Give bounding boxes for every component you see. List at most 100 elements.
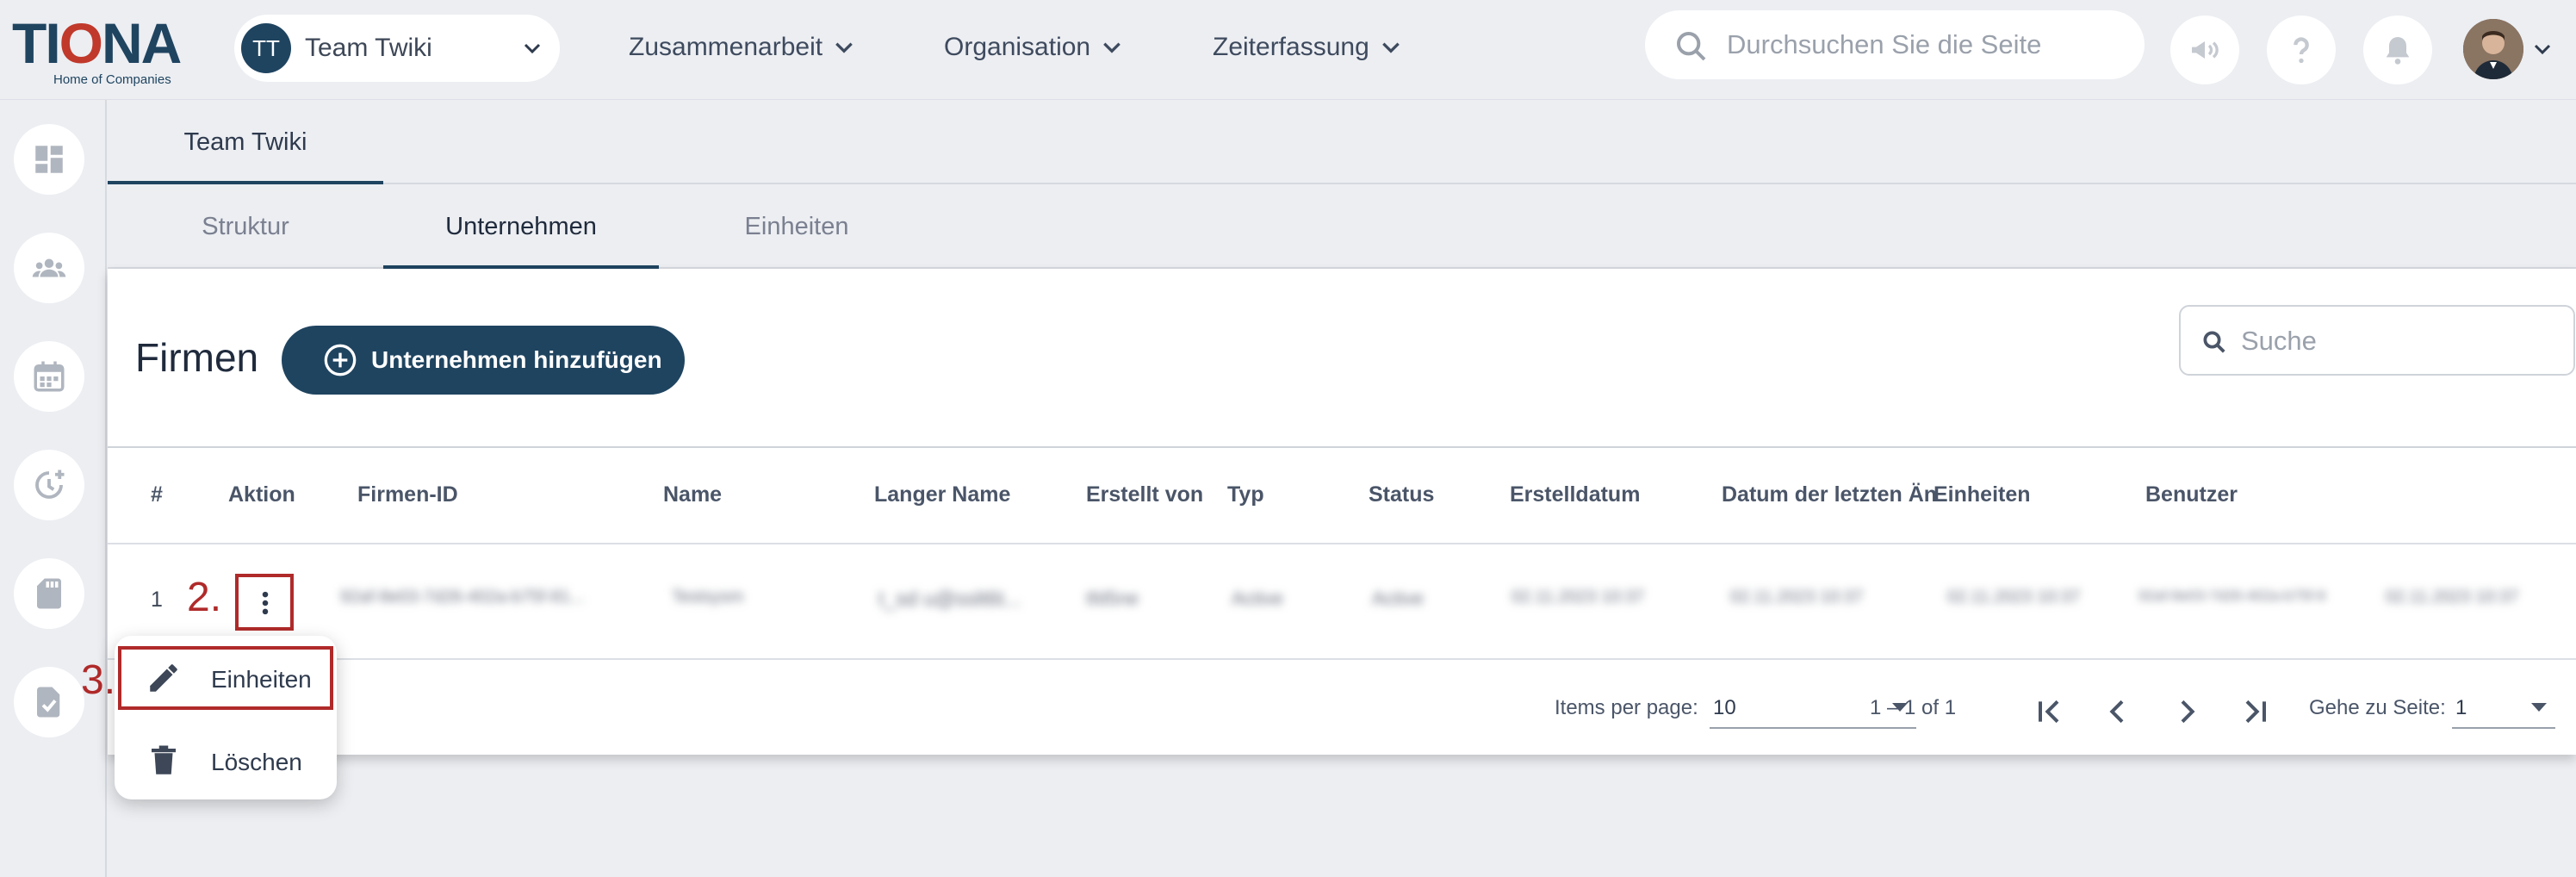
annotation-step-3: 3. [81, 657, 116, 703]
tab-unternehmen[interactable]: Unternehmen [383, 184, 659, 269]
row-index: 1 [151, 588, 163, 612]
logo-tagline: Home of Companies [53, 72, 171, 87]
cell-firmen-id: 92af-8e03-7d26-402a-b75f-81... [340, 588, 585, 606]
first-page-icon[interactable] [2032, 694, 2066, 729]
page-title: Firmen [135, 335, 259, 380]
column-header[interactable]: Firmen-ID [357, 482, 458, 507]
sd-card-icon [37, 578, 61, 609]
cell-erstellt-von: tfd5ne [1086, 588, 1139, 609]
chevron-down-icon [835, 42, 853, 53]
nav-zusammenarbeit[interactable]: Zusammenarbeit [629, 33, 855, 62]
add-company-label: Unternehmen hinzufügen [371, 346, 662, 373]
company-search-input[interactable] [2241, 320, 2560, 362]
column-header[interactable]: Einheiten [1934, 482, 2031, 507]
search-icon [2203, 331, 2225, 353]
cell-einheiten: 02.11.2023 10:37 [1947, 588, 2081, 606]
table-row: 1 2. 92af-8e03-7d26-402a-b75f-81... Test… [108, 544, 2576, 660]
company-search[interactable] [2179, 305, 2575, 376]
cell-langer-name: t_sd u@sslt6t... [878, 588, 1021, 611]
nav-organisation[interactable]: Organisation [944, 33, 1123, 62]
sidebar-item-time-tracking[interactable] [14, 450, 84, 520]
row-actions-button[interactable] [235, 574, 294, 631]
sidebar-item-dashboard[interactable] [14, 124, 84, 195]
last-page-icon[interactable] [2238, 694, 2273, 729]
main-content: Team Twiki Struktur Unternehmen Einheite… [108, 100, 2576, 877]
goto-page-value: 1 [2455, 696, 2467, 719]
column-header[interactable]: Erstellt von [1086, 482, 1203, 507]
team-avatar: TT [241, 23, 291, 73]
chevron-down-icon[interactable] [2532, 39, 2553, 59]
bell-icon [2386, 37, 2410, 65]
cell-letzte-aenderung: 02.11.2023 10:37 [1730, 588, 1864, 606]
nav-label: Zusammenarbeit [629, 33, 823, 61]
calendar-icon [34, 361, 65, 392]
goto-page-label: Gehe zu Seite: [2309, 696, 2446, 719]
sidebar-item-tasks[interactable] [14, 667, 84, 737]
team-selector[interactable]: TT Team Twiki [234, 15, 560, 82]
companies-card: Firmen Unternehmen hinzufügen # Aktion F… [108, 269, 2576, 755]
column-header[interactable]: Benutzer [2145, 482, 2238, 507]
logo-wordmark: TIONA [12, 11, 182, 75]
column-header[interactable]: Langer Name [874, 482, 1010, 507]
sidebar-item-documents[interactable] [14, 558, 84, 629]
question-icon [2294, 37, 2309, 64]
column-header[interactable]: Typ [1227, 482, 1264, 507]
chevron-down-icon [1103, 42, 1120, 53]
clock-add-icon [35, 470, 65, 499]
paginator: Items per page: 10 1 – 1 of 1 Gehe zu Se… [108, 660, 2576, 755]
menu-item-loeschen[interactable]: Löschen [115, 727, 337, 796]
chevron-down-icon [524, 43, 541, 54]
megaphone-icon [2192, 41, 2219, 59]
cell-benutzer: 92af-8e03-7d26-402a-b75f-8 [2138, 588, 2326, 604]
sidebar-item-calendar[interactable] [14, 341, 84, 412]
chevron-down-icon [1381, 42, 1400, 53]
primary-tabs: Team Twiki [108, 100, 2576, 184]
items-per-page-value: 10 [1713, 696, 1736, 719]
card-header: Firmen Unternehmen hinzufügen [108, 269, 2576, 448]
annotation-step-2: 2. [187, 575, 222, 620]
user-photo [2463, 19, 2523, 79]
column-header[interactable]: Erstelldatum [1510, 482, 1640, 507]
user-avatar[interactable] [2463, 19, 2523, 79]
cell-erstelldatum: 02.11.2023 10:37 [1511, 588, 1645, 606]
sidebar [0, 100, 107, 877]
nav-label: Organisation [944, 33, 1091, 61]
next-page-icon[interactable] [2169, 694, 2204, 729]
column-header: Aktion [228, 482, 295, 507]
dropdown-arrow-icon [2531, 703, 2547, 712]
prev-page-icon[interactable] [2101, 694, 2135, 729]
search-icon [1677, 32, 1706, 61]
task-check-icon [37, 687, 60, 718]
tab-einheiten[interactable]: Einheiten [659, 184, 934, 269]
tiona-logo[interactable]: TIONA Home of Companies [12, 9, 182, 87]
menu-item-label: Löschen [211, 749, 302, 775]
highlight-box [118, 646, 333, 710]
cell-typ: Active [1232, 588, 1283, 609]
column-header: # [151, 482, 163, 507]
column-header[interactable]: Datum der letzten Än [1722, 482, 1937, 507]
goto-page-select[interactable]: 1 [2452, 686, 2555, 729]
cell-status: Active [1372, 588, 1424, 609]
cell-extra: 02.11.2023 10:37 [2386, 588, 2519, 606]
trash-icon [152, 745, 176, 774]
help-button[interactable] [2267, 16, 2336, 84]
tab-struktur[interactable]: Struktur [108, 184, 383, 269]
column-header[interactable]: Status [1369, 482, 1434, 507]
dashboard-icon [35, 146, 63, 173]
add-company-button[interactable]: Unternehmen hinzufügen [282, 326, 685, 395]
column-header[interactable]: Name [663, 482, 722, 507]
more-vert-icon [262, 591, 269, 615]
team-name: Team Twiki [305, 34, 432, 62]
tab-team-twiki[interactable]: Team Twiki [108, 100, 383, 184]
global-search[interactable] [1645, 10, 2145, 79]
notifications-button[interactable] [2363, 16, 2432, 84]
cell-name: Testsysm [672, 588, 744, 606]
add-circle-icon [324, 344, 357, 376]
global-search-input[interactable] [1727, 22, 2123, 67]
row-actions-menu: Einheiten Löschen [115, 636, 337, 799]
nav-zeiterfassung[interactable]: Zeiterfassung [1213, 33, 1402, 62]
secondary-tabs: Struktur Unternehmen Einheiten [108, 184, 2576, 269]
announcements-button[interactable] [2170, 16, 2239, 84]
sidebar-item-team[interactable] [14, 233, 84, 303]
page-range: 1 – 1 of 1 [1870, 696, 1957, 719]
